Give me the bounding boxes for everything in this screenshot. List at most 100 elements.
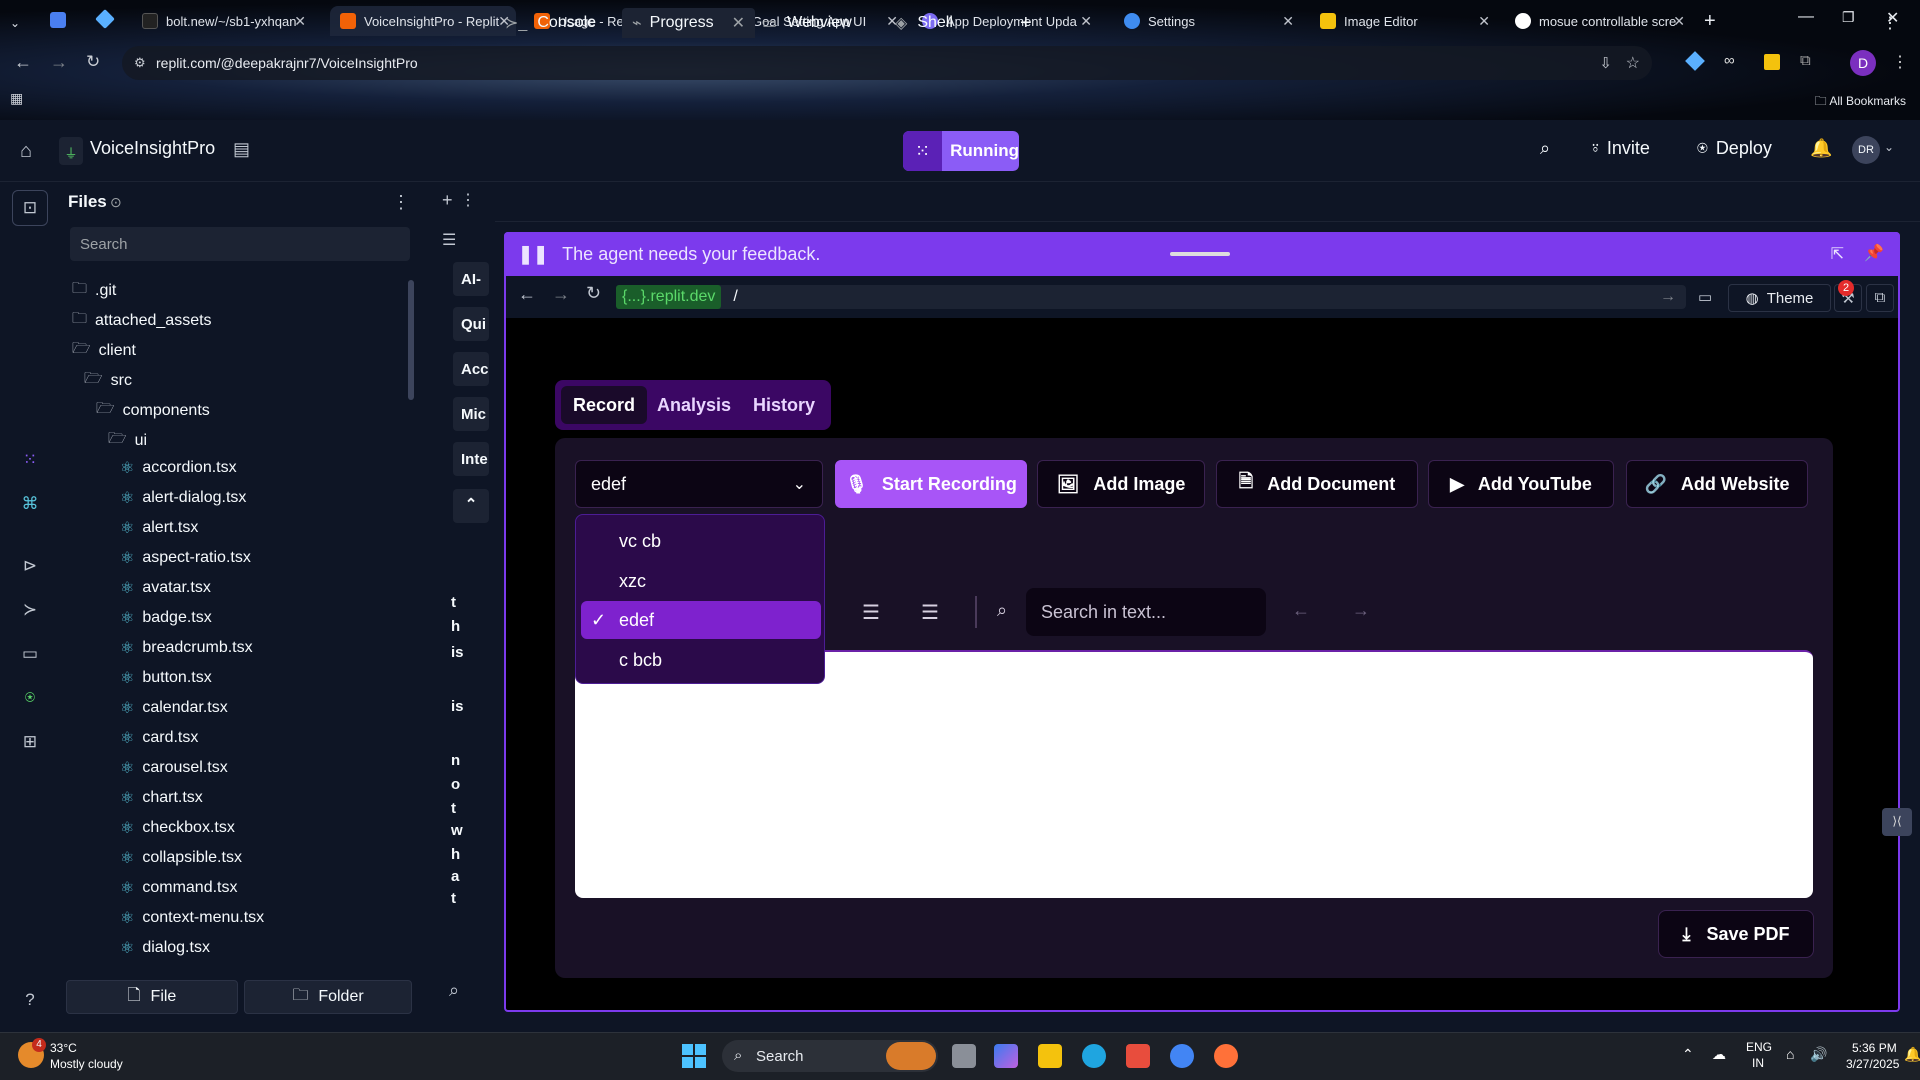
expand-icon[interactable]: ⇱ [1831,244,1844,264]
deployments-icon[interactable]: ⍟ [18,688,42,712]
file-explorer-icon[interactable] [1038,1044,1062,1068]
apps-grid-icon[interactable]: ▦ [10,90,23,107]
invite-button[interactable]: ⍤ Invite [1590,138,1650,159]
recording-select[interactable]: edef ⌄ [575,460,823,508]
text-search-input[interactable]: Search in text... [1026,588,1266,636]
back-arrow-icon[interactable]: ← [14,52,32,73]
files-panel-icon[interactable]: ⊡ [12,190,48,226]
agent-snippet[interactable]: Mic [453,397,489,431]
webview-icon[interactable]: ▭ [18,644,42,668]
file-item[interactable]: ⚛ avatar.tsx [120,578,211,598]
align-right-icon[interactable]: ☰ [921,600,939,625]
add-tab-icon[interactable]: + [442,190,453,211]
all-bookmarks[interactable]: 🗀 All Bookmarks [1815,92,1906,113]
add-youtube-button[interactable]: ▶ Add YouTube [1428,460,1614,508]
start-recording-button[interactable]: 🎙 Start Recording [835,460,1027,508]
reload-icon[interactable]: ↻ [86,52,100,72]
run-status-button[interactable]: ⁙ Running [903,131,1019,171]
close-icon[interactable]: ✕ [1478,13,1490,30]
deploy-button[interactable]: ⍟ Deploy [1697,138,1772,159]
theme-button[interactable]: ◍ Theme [1728,284,1831,312]
add-document-button[interactable]: 🗎 Add Document [1216,460,1418,508]
file-item[interactable]: ⚛ aspect-ratio.tsx [120,548,251,568]
project-menu-icon[interactable]: ▤ [233,139,250,160]
dropdown-option[interactable]: c bcb [581,641,821,679]
scroll-up-button[interactable]: ⌃ [453,489,489,523]
folder-item[interactable]: 🗀 attached_assets [72,308,212,333]
tray-chevron-icon[interactable]: ⌃ [1682,1046,1694,1063]
close-icon[interactable]: ✕ [1282,13,1294,30]
project-name[interactable]: VoiceInsightPro [90,138,215,159]
all-tools-icon[interactable]: ⊞ [18,732,42,756]
file-item[interactable]: ⚛ context-menu.tsx [120,908,264,928]
add-image-button[interactable]: 🖼 Add Image [1037,460,1205,508]
file-item[interactable]: ⚛ checkbox.tsx [120,818,235,838]
file-item[interactable]: ⚛ accordion.tsx [120,458,237,478]
menu-dots-icon[interactable]: ⋮ [1892,52,1908,72]
forward-arrow-icon[interactable]: → [50,52,68,73]
folder-item[interactable]: 🗁 ui [108,428,147,453]
tab-search-button[interactable]: ⌄ [0,8,36,38]
webview-url-input[interactable]: {...}.replit.dev / → [616,285,1686,309]
file-item[interactable]: ⚛ alert-dialog.tsx [120,488,246,508]
close-icon[interactable]: ✕ [294,13,306,30]
add-website-button[interactable]: 🔗 Add Website [1626,460,1808,508]
home-icon[interactable]: ⌂ [20,140,32,163]
next-match-arrow-icon[interactable]: → [1352,600,1370,621]
extensions-puzzle-icon[interactable]: ⧉ [1800,52,1811,69]
file-item[interactable]: ⚛ alert.tsx [120,518,198,538]
file-item[interactable]: ⚛ badge.tsx [120,608,212,628]
folder-item[interactable]: 🗁 components [96,398,210,423]
devices-icon[interactable]: ▭ [1698,288,1712,306]
address-bar[interactable]: ⚙ replit.com/@deepakrajnr7/VoiceInsightP… [122,46,1652,80]
agent-snippet[interactable]: Qui [453,307,489,341]
align-center-icon[interactable]: ☰ [862,600,880,625]
close-icon[interactable]: ✕ [1673,13,1685,30]
help-icon[interactable]: ? [18,990,42,1014]
tab-history[interactable]: History [741,386,827,424]
forward-arrow-icon[interactable]: → [552,284,570,305]
bookmark-star-icon[interactable]: ☆ [1626,53,1640,73]
copilot-icon[interactable] [994,1044,1018,1068]
file-item[interactable]: ⚛ button.tsx [120,668,212,688]
panel-menu-icon[interactable]: ⋮ [460,190,476,210]
folder-item[interactable]: 🗀 .git [72,278,116,303]
search-icon[interactable]: ⌕ [1540,138,1550,159]
profile-avatar[interactable]: D [1850,50,1876,76]
dropdown-option-selected[interactable]: ✓ edef [581,601,821,639]
extension-gem-icon[interactable] [1685,51,1705,71]
language-indicator[interactable]: ENG [1746,1040,1772,1054]
weather-temp[interactable]: 33°C [50,1041,77,1055]
tab-bolt[interactable]: bolt.new/~/sb1-yxhqan ✕ [132,6,312,36]
extension-glasses-icon[interactable]: ∞ [1724,52,1735,69]
network-icon[interactable]: ⌂ [1786,1046,1794,1062]
workspace-menu-icon[interactable]: ⋮ [1882,8,1898,38]
folder-item[interactable]: 🗁 src [84,368,132,393]
dropdown-option[interactable]: vc cb [581,522,821,560]
text-editor[interactable] [575,650,1813,898]
volume-icon[interactable]: 🔊 [1810,1046,1827,1063]
go-arrow-icon[interactable]: → [1660,288,1676,306]
agent-feedback-banner[interactable]: ❚❚ The agent needs your feedback. ⇱ 📌 [504,232,1900,276]
collapse-panel-icon[interactable]: ⟩⟨ [1882,808,1912,836]
assistant-icon[interactable]: ⌘ [18,494,42,518]
region-indicator[interactable]: IN [1752,1056,1764,1070]
add-tab-button[interactable]: + [1020,8,1032,38]
file-item[interactable]: ⚛ breadcrumb.tsx [120,638,253,658]
agent-snippet[interactable]: AI- [453,262,489,296]
prev-match-arrow-icon[interactable]: ← [1292,600,1310,621]
back-arrow-icon[interactable]: ← [518,284,536,305]
console-icon[interactable]: ⊳ [18,556,42,580]
tab-google-search[interactable]: mosue controllable scre ✕ [1505,6,1691,36]
drag-handle[interactable] [1170,252,1230,256]
new-tab-button[interactable]: + [1704,10,1716,33]
list-icon[interactable]: ☰ [442,230,456,250]
file-item[interactable]: ⚛ dialog.tsx [120,938,210,958]
file-item[interactable]: ⚛ carousel.tsx [120,758,228,778]
close-icon[interactable]: ✕ [1080,13,1092,30]
store-icon[interactable] [1126,1044,1150,1068]
save-pdf-button[interactable]: ⤓ Save PDF [1658,910,1814,958]
tab-image-editor[interactable]: Image Editor ✕ [1310,6,1496,36]
tab-record[interactable]: Record [561,386,647,424]
attach-icon[interactable]: ⌕ [449,980,459,1001]
